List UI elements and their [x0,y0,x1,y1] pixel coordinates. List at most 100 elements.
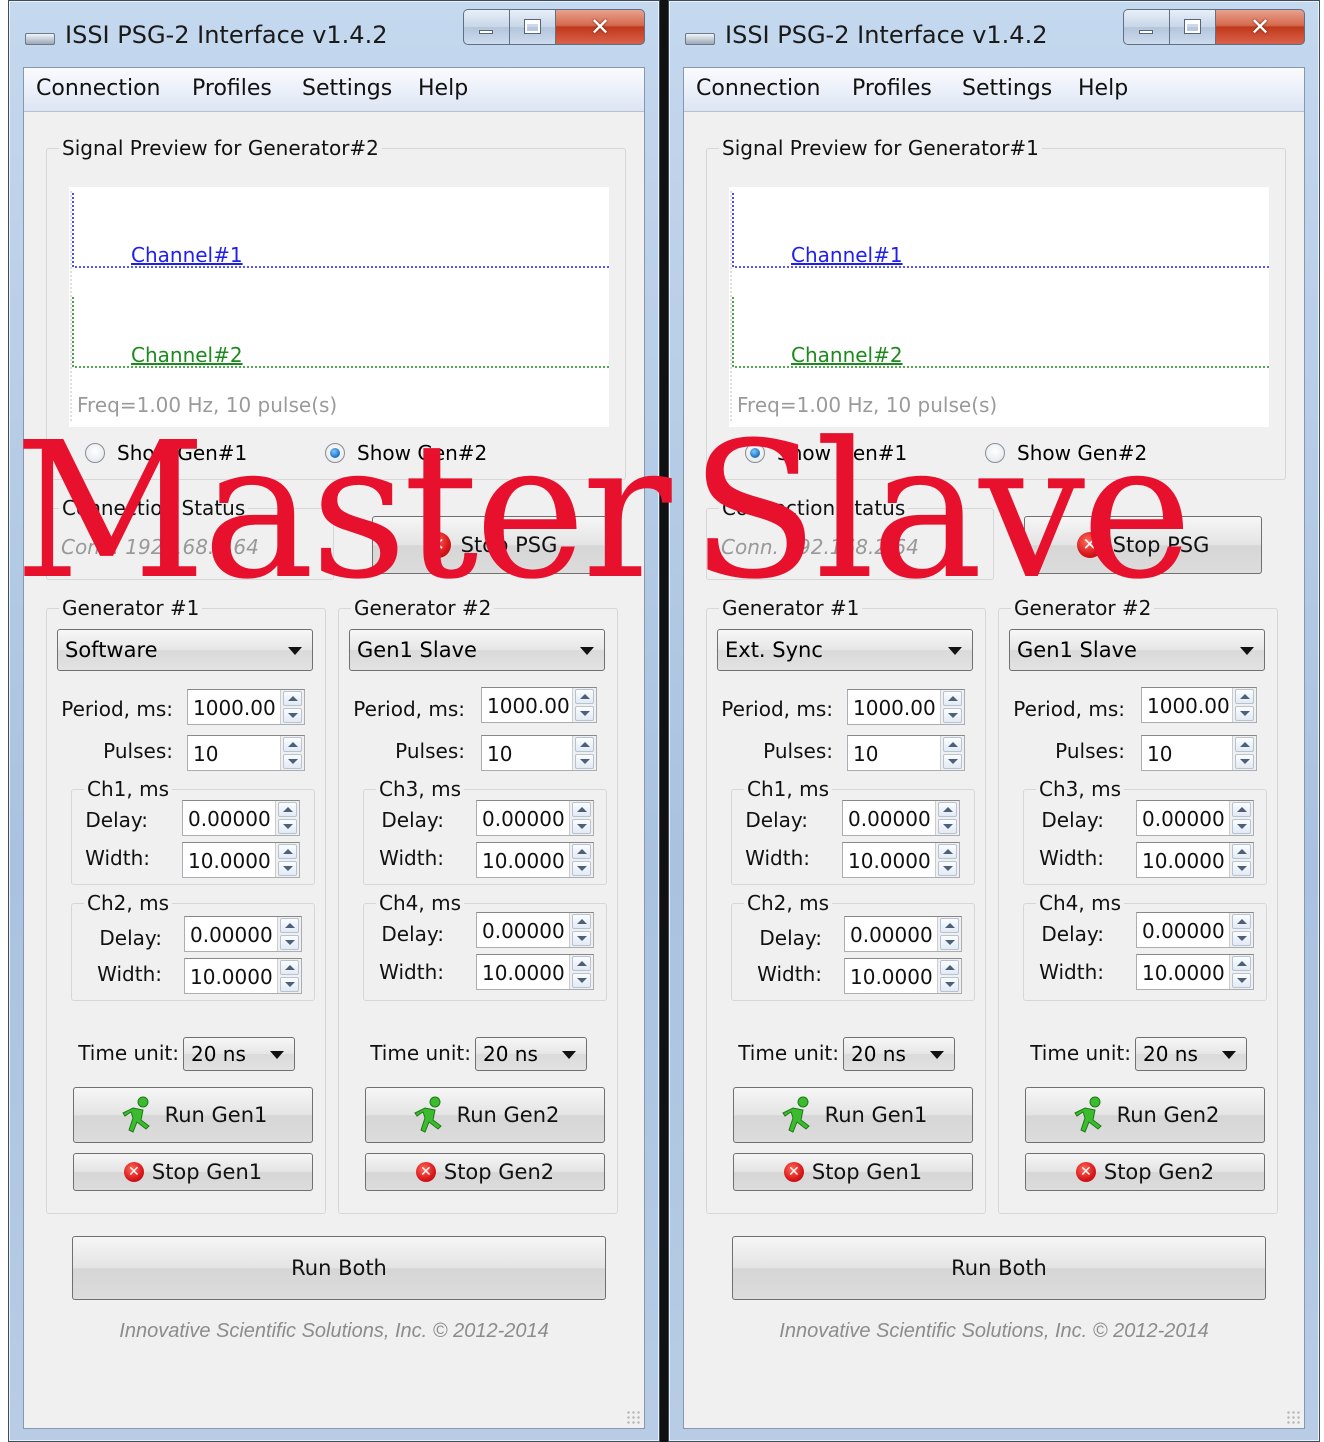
period-spinbox[interactable]: 1000.00 [1141,687,1257,723]
maximize-button[interactable] [1169,9,1215,45]
stop-gen2-button[interactable]: ✕ Stop Gen2 [365,1153,605,1191]
spin-down-icon[interactable] [1232,931,1251,946]
minimize-button[interactable] [463,9,509,45]
ch4-width-spinbox[interactable]: 10.0000 [476,954,594,990]
spin-arrows[interactable] [935,801,959,835]
spin-down-icon[interactable] [943,754,962,769]
minimize-button[interactable] [1123,9,1169,45]
ch4-delay-spinbox[interactable]: 0.00000 [1136,912,1254,948]
maximize-button[interactable] [509,9,555,45]
spin-down-icon[interactable] [1232,973,1251,988]
close-button[interactable]: ✕ [1215,9,1305,45]
spin-arrows[interactable] [1229,955,1253,989]
spin-arrows[interactable] [569,843,593,877]
spin-down-icon[interactable] [938,819,957,834]
menu-settings[interactable]: Settings [962,76,1052,101]
spin-arrows[interactable] [935,843,959,877]
spin-arrows[interactable] [940,736,964,770]
time-unit-select[interactable]: 20 ns [183,1037,295,1071]
spin-up-icon[interactable] [283,737,302,752]
spin-down-icon[interactable] [940,977,959,992]
spin-arrows[interactable] [569,955,593,989]
ch1-width-spinbox[interactable]: 10.0000 [182,842,300,878]
time-unit-select[interactable]: 20 ns [475,1037,587,1071]
spin-up-icon[interactable] [1232,802,1251,817]
spin-up-icon[interactable] [943,691,962,706]
spin-up-icon[interactable] [280,960,299,975]
period-spinbox[interactable]: 1000.00 [187,689,305,725]
spin-up-icon[interactable] [938,844,957,859]
spin-down-icon[interactable] [575,754,594,769]
spin-up-icon[interactable] [572,802,591,817]
spin-up-icon[interactable] [278,802,297,817]
generator1-mode-select[interactable]: Software [57,629,313,671]
time-unit-select[interactable]: 20 ns [1135,1037,1247,1071]
spin-up-icon[interactable] [575,689,594,704]
spin-up-icon[interactable] [1232,914,1251,929]
spin-up-icon[interactable] [1232,844,1251,859]
run-both-button[interactable]: Run Both [72,1236,606,1300]
spin-up-icon[interactable] [940,918,959,933]
spin-arrows[interactable] [569,913,593,947]
run-both-button[interactable]: Run Both [732,1236,1266,1300]
spin-arrows[interactable] [940,690,964,724]
spin-arrows[interactable] [572,736,596,770]
period-spinbox[interactable]: 1000.00 [481,687,597,723]
spin-up-icon[interactable] [280,918,299,933]
spin-arrows[interactable] [280,690,304,724]
spin-up-icon[interactable] [278,844,297,859]
spin-down-icon[interactable] [1232,819,1251,834]
ch3-width-spinbox[interactable]: 10.0000 [476,842,594,878]
time-unit-select[interactable]: 20 ns [843,1037,955,1071]
close-button[interactable]: ✕ [555,9,645,45]
pulses-spinbox[interactable]: 10 [481,735,597,771]
ch2-width-spinbox[interactable]: 10.0000 [844,958,962,994]
pulses-spinbox[interactable]: 10 [187,735,305,771]
spin-up-icon[interactable] [572,956,591,971]
spin-arrows[interactable] [569,801,593,835]
spin-arrows[interactable] [277,959,301,993]
spin-down-icon[interactable] [938,861,957,876]
spin-down-icon[interactable] [1235,754,1254,769]
generator2-mode-select[interactable]: Gen1 Slave [349,629,605,671]
spin-down-icon[interactable] [280,935,299,950]
stop-gen1-button[interactable]: ✕ Stop Gen1 [733,1153,973,1191]
spin-up-icon[interactable] [938,802,957,817]
spin-arrows[interactable] [275,801,299,835]
ch4-delay-spinbox[interactable]: 0.00000 [476,912,594,948]
ch4-width-spinbox[interactable]: 10.0000 [1136,954,1254,990]
ch2-width-spinbox[interactable]: 10.0000 [184,958,302,994]
spin-arrows[interactable] [1232,736,1256,770]
run-gen2-button[interactable]: Run Gen2 [365,1087,605,1143]
run-gen1-button[interactable]: Run Gen1 [73,1087,313,1143]
stop-gen2-button[interactable]: ✕ Stop Gen2 [1025,1153,1265,1191]
spin-up-icon[interactable] [572,844,591,859]
menu-connection[interactable]: Connection [36,76,160,101]
pulses-spinbox[interactable]: 10 [1141,735,1257,771]
spin-down-icon[interactable] [283,754,302,769]
stop-gen1-button[interactable]: ✕ Stop Gen1 [73,1153,313,1191]
spin-arrows[interactable] [937,917,961,951]
title-bar[interactable]: ISSI PSG-2 Interface v1.4.2 ✕ [669,1,1319,67]
spin-arrows[interactable] [277,917,301,951]
menu-connection[interactable]: Connection [696,76,820,101]
spin-down-icon[interactable] [572,861,591,876]
spin-arrows[interactable] [937,959,961,993]
spin-up-icon[interactable] [1232,956,1251,971]
spin-up-icon[interactable] [1235,689,1254,704]
ch2-delay-spinbox[interactable]: 0.00000 [844,916,962,952]
ch3-delay-spinbox[interactable]: 0.00000 [476,800,594,836]
menu-profiles[interactable]: Profiles [192,76,272,101]
menu-settings[interactable]: Settings [302,76,392,101]
spin-down-icon[interactable] [572,931,591,946]
run-gen2-button[interactable]: Run Gen2 [1025,1087,1265,1143]
spin-down-icon[interactable] [278,861,297,876]
menu-profiles[interactable]: Profiles [852,76,932,101]
resize-grip-icon[interactable] [626,1410,640,1424]
spin-down-icon[interactable] [1235,706,1254,721]
spin-down-icon[interactable] [280,977,299,992]
spin-arrows[interactable] [1232,688,1256,722]
ch3-delay-spinbox[interactable]: 0.00000 [1136,800,1254,836]
spin-down-icon[interactable] [1232,861,1251,876]
spin-arrows[interactable] [280,736,304,770]
